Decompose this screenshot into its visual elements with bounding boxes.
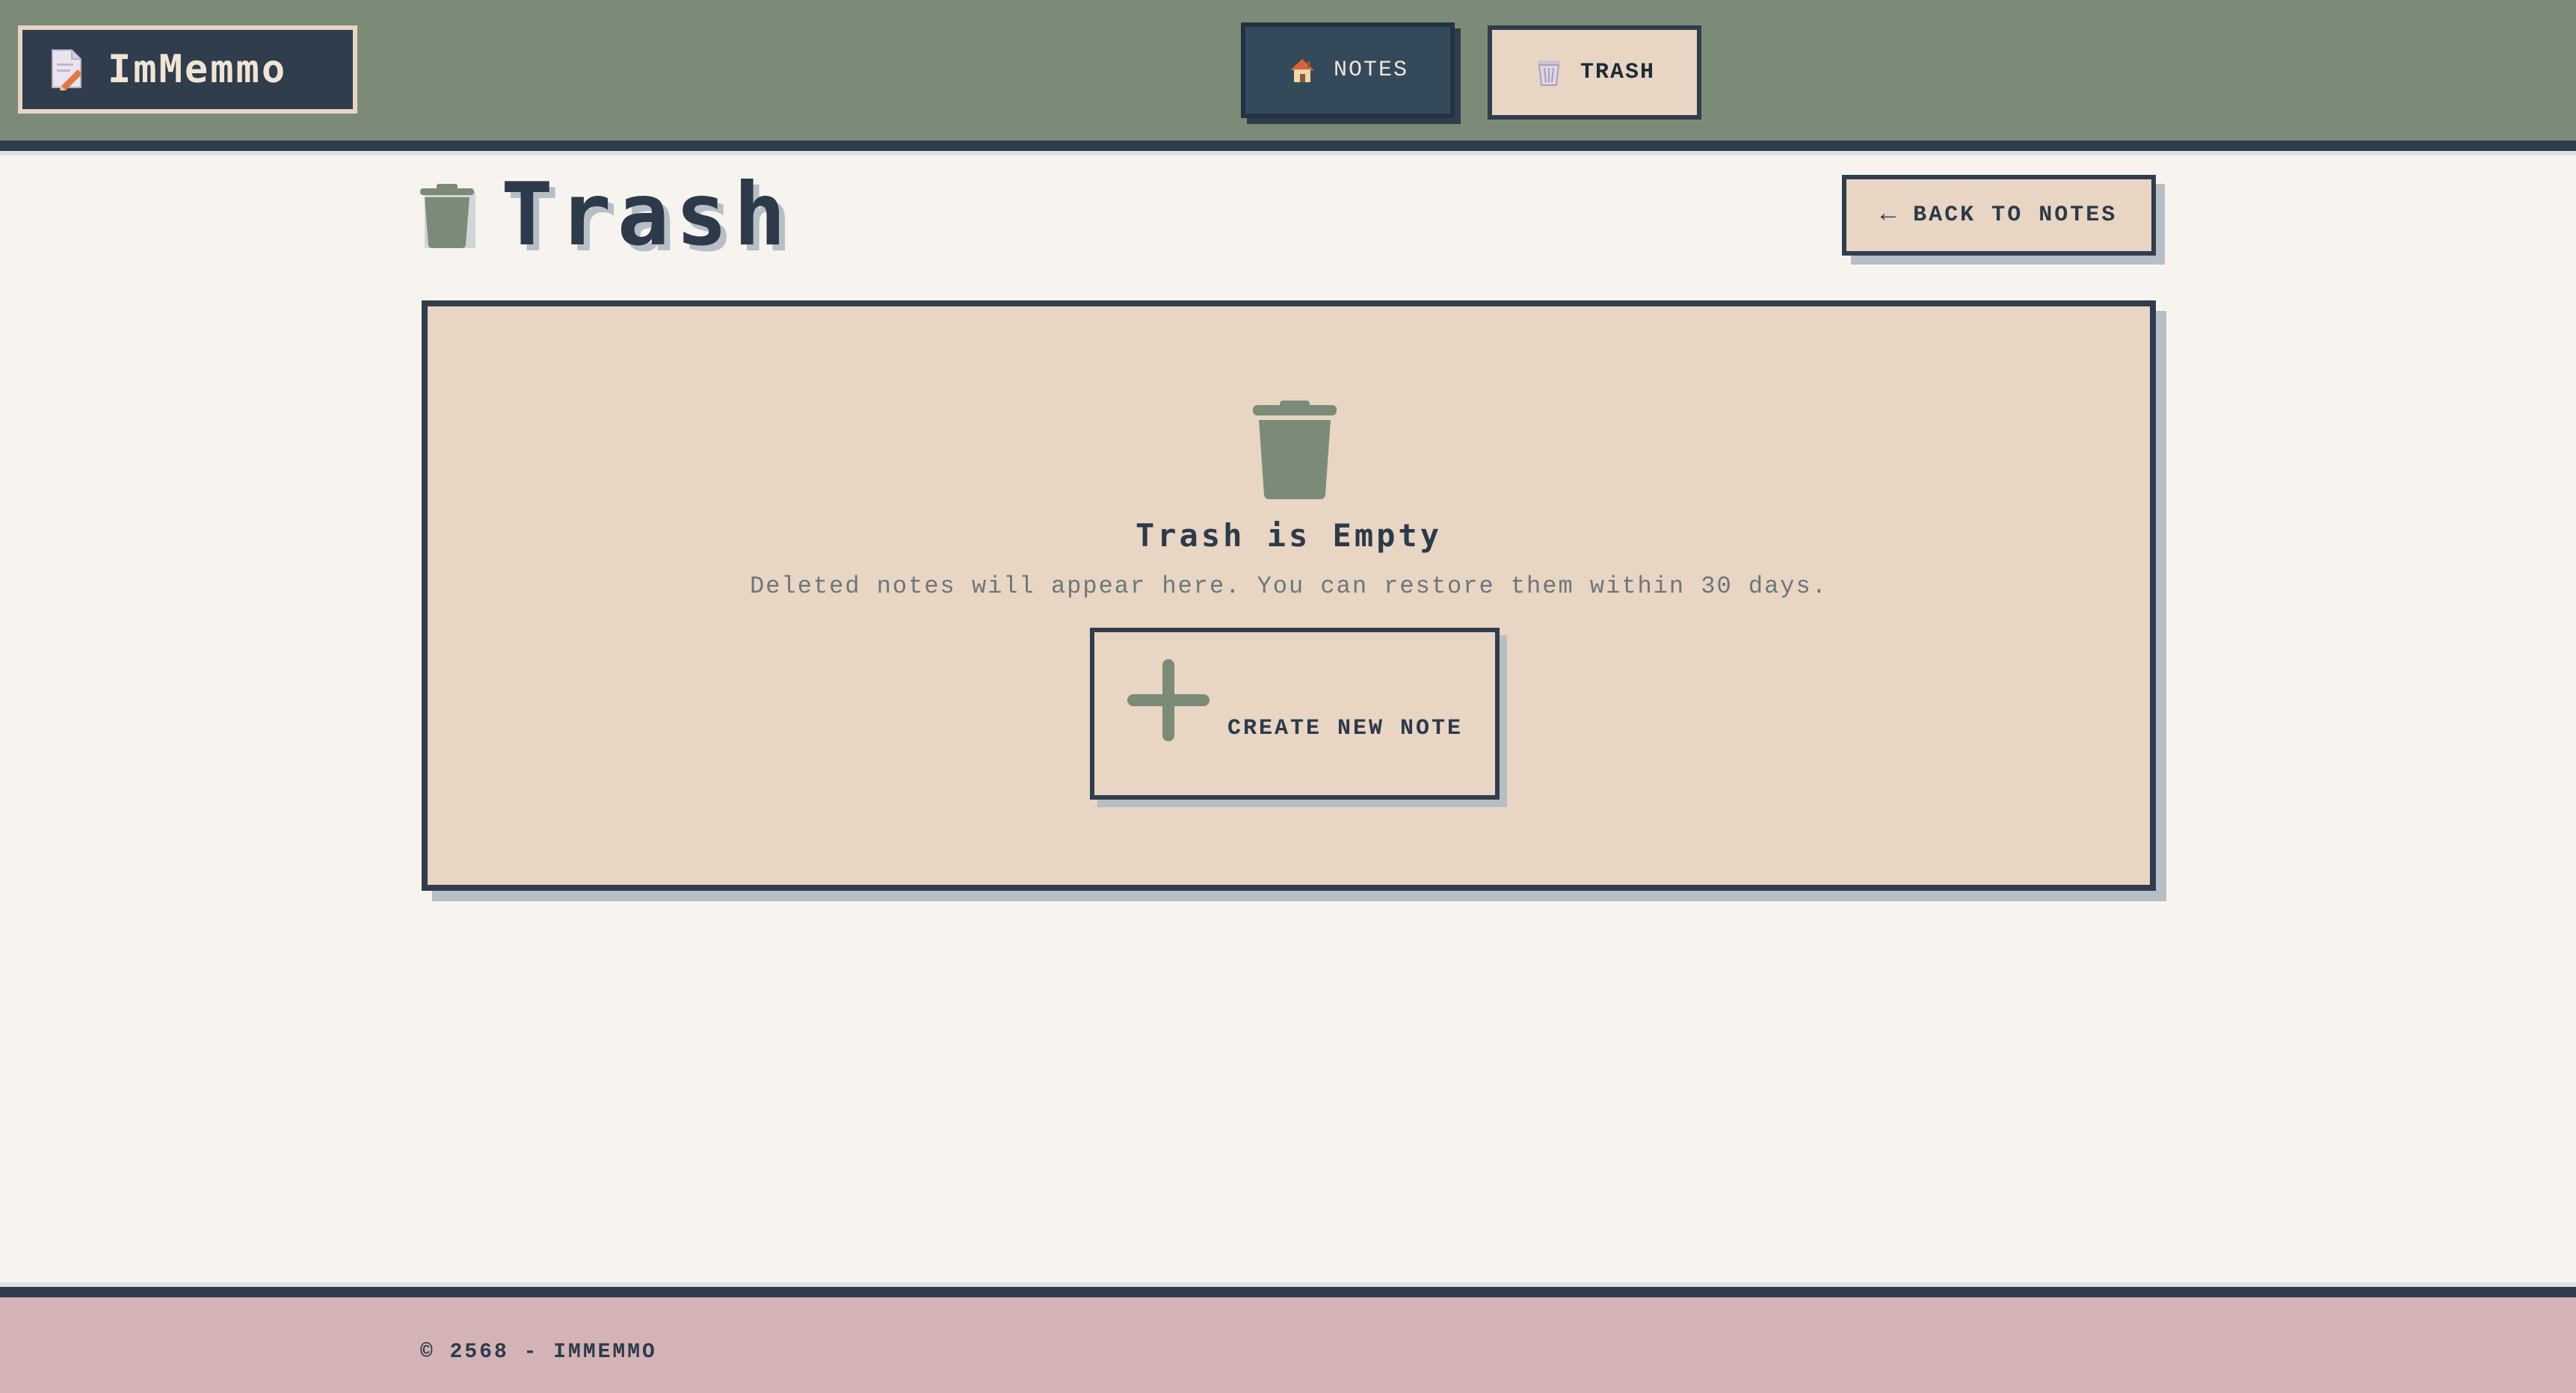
trash-icon: [1251, 399, 1338, 501]
page-footer: © 2568 - IMMEMMO: [0, 1282, 2576, 1393]
arrow-left-icon: ←: [1880, 201, 1899, 229]
empty-state-subtitle: Deleted notes will appear here. You can …: [750, 572, 1828, 600]
house-icon: [1287, 55, 1317, 85]
nav-notes-button[interactable]: NOTES: [1241, 22, 1455, 118]
nav-trash-label: TRASH: [1580, 60, 1655, 85]
app-logo-button[interactable]: ImMemmo: [18, 25, 357, 114]
page-title: Trash: [501, 164, 792, 265]
memo-pencil-icon: [51, 49, 84, 90]
create-new-note-button[interactable]: CREATE NEW NOTE: [1090, 628, 1500, 800]
empty-state-title: Trash is Empty: [1135, 517, 1442, 554]
empty-trash-card: Trash is Empty Deleted notes will appear…: [422, 300, 2156, 891]
app-name: ImMemmo: [108, 47, 288, 92]
trash-icon: [419, 182, 477, 250]
wastebasket-icon: [1534, 58, 1564, 87]
plus-icon: [1127, 659, 1210, 741]
copyright-text: © 2568 - IMMEMMO: [420, 1341, 657, 1364]
create-new-note-label: CREATE NEW NOTE: [1227, 716, 1464, 741]
nav-notes-label: NOTES: [1333, 58, 1408, 83]
back-to-notes-label: BACK TO NOTES: [1913, 203, 2118, 228]
back-to-notes-button[interactable]: ← BACK TO NOTES: [1842, 175, 2156, 256]
nav-trash-button[interactable]: TRASH: [1488, 25, 1701, 120]
top-header: ImMemmo NOTES TRASH: [0, 0, 2576, 155]
